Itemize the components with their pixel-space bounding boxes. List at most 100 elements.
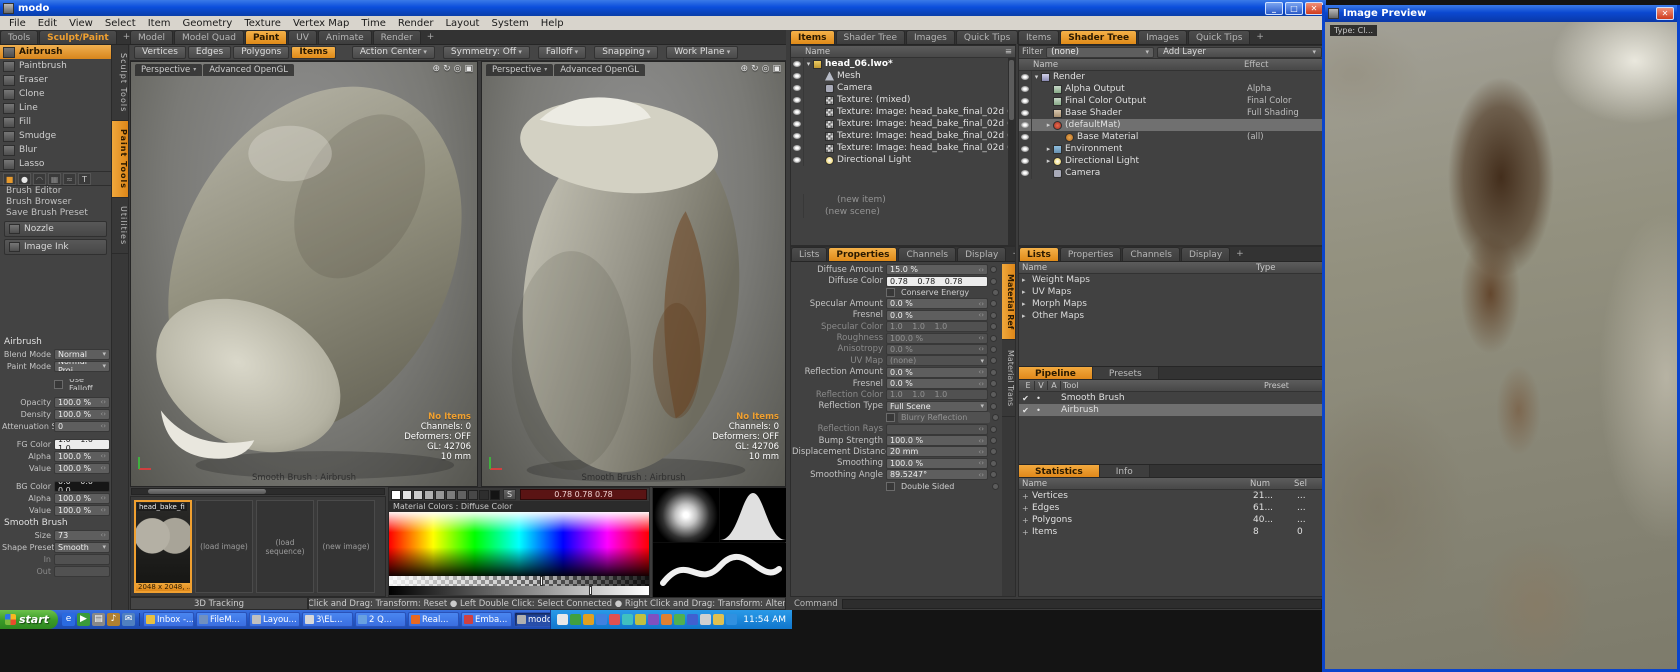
brush-panel-link[interactable]: Brush Editor: [0, 186, 111, 197]
visibility-eye-icon[interactable]: [1019, 71, 1032, 83]
paint-tool-item[interactable]: Paintbrush: [0, 59, 111, 73]
visibility-eye-icon[interactable]: [791, 154, 804, 166]
visibility-eye-icon[interactable]: [1019, 131, 1032, 143]
gray-swatch[interactable]: [424, 490, 434, 500]
taskbar-task-button[interactable]: Emba...: [461, 612, 512, 627]
item-row[interactable]: Texture: Image: head_bake_final_02d (6): [791, 142, 1015, 154]
value-field[interactable]: Normal: [54, 349, 110, 360]
tray-icon[interactable]: [622, 614, 633, 625]
envelope-button[interactable]: [990, 448, 997, 455]
value-field[interactable]: Conserve Energy: [898, 287, 990, 298]
material-prop-row[interactable]: Blurry Reflection: [792, 412, 999, 423]
taskbar-clock[interactable]: 11:54 AM: [743, 615, 786, 625]
item-row[interactable]: ▾ head_06.lwo*: [791, 58, 1015, 70]
item-row[interactable]: Texture: Image: head_bake_final_02d (4): [791, 118, 1015, 130]
pipeline-tool-row[interactable]: ✔ • Smooth Brush: [1019, 392, 1325, 404]
value-field[interactable]: 73: [54, 530, 110, 541]
layout-tab[interactable]: Model Quad: [174, 30, 244, 44]
component-mode-button[interactable]: Polygons: [233, 46, 289, 59]
gray-swatch[interactable]: [490, 490, 500, 500]
taskbar-task-button[interactable]: 3\EL...: [302, 612, 353, 627]
toolbar-dropdown[interactable]: Work Plane: [666, 46, 738, 59]
tool-prop-row[interactable]: Paint Mode Normal Proj ...: [2, 360, 110, 372]
menu-item[interactable]: Edit: [32, 18, 63, 29]
component-mode-button[interactable]: Items: [291, 46, 336, 59]
material-prop-row[interactable]: Reflection Type Full Scene: [792, 401, 999, 412]
panel-tab[interactable]: Items: [1018, 30, 1059, 44]
alpha-strip[interactable]: [389, 576, 649, 586]
quick-launch-icon[interactable]: ▶: [77, 613, 90, 626]
value-field[interactable]: 1.0 1.0 1.0: [54, 439, 110, 450]
material-prop-row[interactable]: Smoothing 100.0 %: [792, 458, 999, 469]
visibility-eye-icon[interactable]: [791, 82, 804, 94]
material-prop-row[interactable]: Roughness 100.0 %: [792, 332, 999, 343]
checkbox[interactable]: [886, 482, 895, 491]
brush-prop-row[interactable]: In: [2, 553, 110, 565]
gray-swatch[interactable]: [479, 490, 489, 500]
value-field[interactable]: 100.0 %: [54, 397, 110, 408]
envelope-button[interactable]: [990, 437, 997, 444]
taskbar-task-button[interactable]: Real...: [408, 612, 459, 627]
add-tab-button[interactable]: +: [1007, 247, 1016, 261]
panel-tab[interactable]: Quick Tips: [956, 30, 1018, 44]
envelope-button[interactable]: [990, 312, 997, 319]
tray-icon[interactable]: [635, 614, 646, 625]
shader-layer-row[interactable]: Base Material (all): [1019, 131, 1325, 143]
expand-arrow-icon[interactable]: ▸: [1044, 145, 1053, 153]
brush-option-icon[interactable]: ●: [18, 173, 31, 185]
image-placeholder[interactable]: (load sequence): [256, 500, 314, 593]
toolbar-dropdown[interactable]: Action Center: [352, 46, 435, 59]
tray-icon[interactable]: [570, 614, 581, 625]
tray-icon[interactable]: [596, 614, 607, 625]
taskbar-task-button[interactable]: modo: [514, 612, 550, 627]
viewport-control-icon[interactable]: ▣: [464, 64, 473, 74]
paint-tool-item[interactable]: Line: [0, 101, 111, 115]
brush-option-icon[interactable]: ▦: [48, 173, 61, 185]
visibility-eye-icon[interactable]: [1019, 107, 1032, 119]
tray-icon[interactable]: [700, 614, 711, 625]
material-prop-row[interactable]: Fresnel 0.0 %: [792, 310, 999, 321]
toolbar-dropdown[interactable]: Falloff: [538, 46, 586, 59]
visibility-eye-icon[interactable]: [791, 106, 804, 118]
viewport-left[interactable]: Perspective▾ Advanced OpenGL ⊕↻◎▣ No Ite…: [130, 61, 478, 487]
viewport-control-icon[interactable]: ↻: [443, 64, 451, 74]
layout-tab[interactable]: Sculpt/Paint: [39, 30, 117, 44]
statistics-row[interactable]: Items 8 0: [1019, 526, 1325, 538]
close-button[interactable]: ✕: [1305, 2, 1323, 15]
value-field[interactable]: 100.0 %: [886, 458, 988, 469]
statistics-row[interactable]: Vertices 21... ...: [1019, 490, 1325, 502]
visibility-eye-icon[interactable]: [791, 118, 804, 130]
tool-prop-row[interactable]: Alpha 100.0 %: [2, 492, 110, 504]
layout-tab[interactable]: Animate: [318, 30, 372, 44]
panel-tab[interactable]: Properties: [1060, 247, 1121, 261]
tool-prop-row[interactable]: Opacity 100.0 %: [2, 396, 110, 408]
paint-tool-item[interactable]: Clone: [0, 87, 111, 101]
tray-icon[interactable]: [674, 614, 685, 625]
tool-prop-row[interactable]: Attenuation Steps 0: [2, 420, 110, 432]
visibility-eye-icon[interactable]: [1019, 143, 1032, 155]
menu-item[interactable]: Texture: [238, 18, 287, 29]
viewport-control-icon[interactable]: ↻: [751, 64, 759, 74]
panel-tab[interactable]: Quick Tips: [1188, 30, 1250, 44]
saturation-button[interactable]: S: [503, 489, 516, 500]
material-prop-row[interactable]: Anisotropy 0.0 %: [792, 344, 999, 355]
value-field[interactable]: [54, 554, 110, 565]
tool-prop-row[interactable]: Blend Mode Normal: [2, 348, 110, 360]
material-prop-row[interactable]: Bump Strength 100.0 %: [792, 435, 999, 446]
brush-panel-link[interactable]: Brush Browser: [0, 197, 111, 208]
material-prop-row[interactable]: Conserve Energy: [792, 287, 999, 298]
envelope-button[interactable]: [992, 289, 999, 296]
layout-tab[interactable]: Tools: [0, 30, 38, 44]
value-field[interactable]: 1.0 1.0 1.0: [886, 389, 988, 400]
visibility-eye-icon[interactable]: [791, 142, 804, 154]
shader-layer-row[interactable]: ▸ (defaultMat): [1019, 119, 1325, 131]
material-prop-row[interactable]: Smoothing Angle 89.5247°: [792, 469, 999, 480]
menu-item[interactable]: System: [485, 18, 534, 29]
add-tab-button[interactable]: +: [1251, 30, 1269, 44]
envelope-button[interactable]: [990, 426, 997, 433]
visibility-eye-icon[interactable]: [791, 94, 804, 106]
pipeline-tab[interactable]: Presets: [1093, 367, 1159, 379]
window-titlebar[interactable]: modo _ □ ✕: [0, 0, 1326, 16]
panel-tab[interactable]: Shader Tree: [1060, 30, 1137, 44]
shader-layer-row[interactable]: Camera: [1019, 167, 1325, 179]
